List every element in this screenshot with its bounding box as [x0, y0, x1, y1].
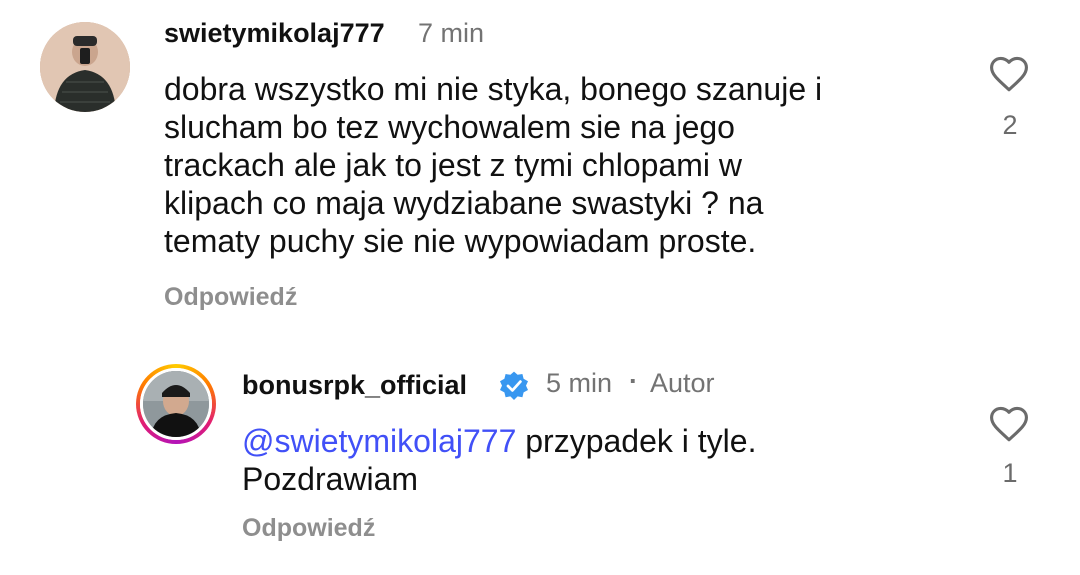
reply-text-segment: przypadek i tyle.: [516, 423, 757, 459]
reply-time: 5 min: [546, 368, 613, 398]
reply-comment: bonusrpk_official 5 min · Autor @swietym…: [0, 340, 1080, 575]
comment: swietymikolaj777 7 min dobra wszystko mi…: [0, 0, 1080, 330]
meta-separator: ·: [629, 366, 638, 396]
mention-link[interactable]: @swietymikolaj777: [242, 423, 516, 459]
profile-photo: [40, 22, 130, 112]
comment-username[interactable]: swietymikolaj777: [164, 18, 385, 49]
comment-text-line: dobra wszystko mi nie styka, bonego szan…: [164, 71, 823, 107]
heart-outline-icon[interactable]: [987, 52, 1031, 96]
comments-thread: swietymikolaj777 7 min dobra wszystko mi…: [0, 0, 1080, 575]
comment-text-line: trackach ale jak to jest z tymi chlopami…: [164, 147, 742, 183]
verified-badge-icon: [500, 371, 528, 400]
reply-username[interactable]: bonusrpk_official: [242, 370, 467, 401]
author-tag: Autor: [650, 368, 715, 398]
comment-text-line: klipach co maja wydziabane swastyki ? na: [164, 185, 764, 221]
heart-outline-icon[interactable]: [987, 402, 1031, 446]
reply-text: @swietymikolaj777 przypadek i tyle. Pozd…: [242, 422, 962, 498]
reply-text-line: Pozdrawiam: [242, 461, 419, 497]
comment-text-line: slucham bo tez wychowalem sie na jego: [164, 109, 735, 145]
reply-button[interactable]: Odpowiedź: [242, 514, 375, 543]
comment-time: 7 min: [418, 18, 485, 48]
reply-button[interactable]: Odpowiedź: [164, 283, 297, 312]
avatar[interactable]: [40, 22, 130, 112]
comment-text: dobra wszystko mi nie styka, bonego szan…: [164, 70, 954, 260]
like-count: 2: [1002, 110, 1018, 140]
like-count: 1: [1002, 458, 1018, 488]
comment-text-line: tematy puchy sie nie wypowiadam proste.: [164, 223, 757, 259]
